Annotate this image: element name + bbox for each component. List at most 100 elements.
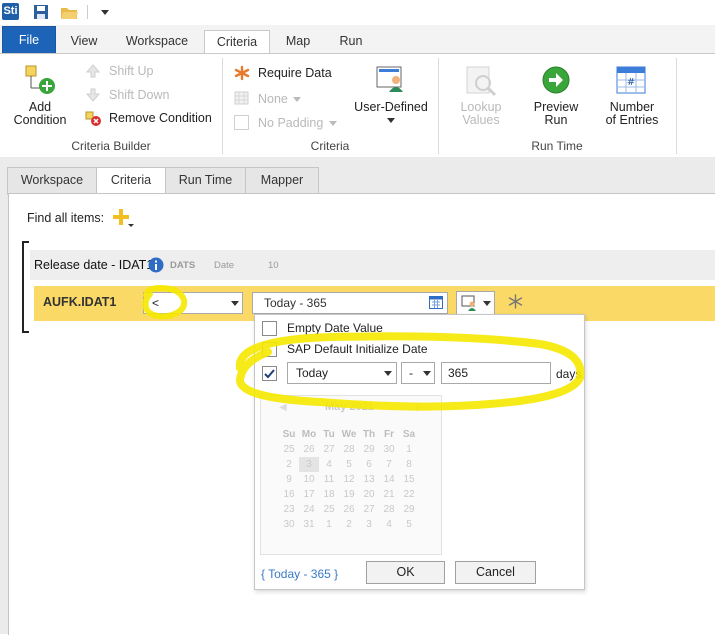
calendar-day[interactable]: 14 [379,472,399,487]
calendar-day[interactable]: 2 [339,517,359,532]
customize-dropdown-icon[interactable] [101,10,109,15]
calendar-week: 2345678 [279,457,419,472]
tab-workspace[interactable]: Workspace [118,25,196,53]
calendar-day[interactable]: 6 [359,457,379,472]
calendar-day[interactable]: 26 [299,442,319,457]
today-dropdown[interactable]: Today [287,362,397,384]
month-label: May 2021 [325,401,374,413]
snowflake-icon[interactable] [508,294,523,309]
weekday-header: Tu [323,428,335,440]
calendar-day[interactable]: 25 [279,442,299,457]
calendar-day[interactable]: 25 [319,502,339,517]
panel-tab-run-time[interactable]: Run Time [165,167,246,195]
calendar-day[interactable]: 17 [299,487,319,502]
open-folder-icon[interactable] [60,3,78,21]
calendar-week: 16 17 18 19 20 21 22 [279,487,419,502]
date-picker-popup: Empty Date Value SAP Default Initialize … [254,314,585,590]
calendar-day[interactable]: 3 [299,457,319,472]
tab-run[interactable]: Run [330,25,372,53]
date-value-text: Today - 365 [264,296,327,310]
ok-button[interactable]: OK [366,561,445,584]
calendar-day[interactable]: 11 [319,472,339,487]
require-data-button[interactable]: Require Data [258,66,332,80]
operator-dropdown[interactable]: < [143,292,243,314]
cancel-button[interactable]: Cancel [455,561,536,584]
calendar-day[interactable]: 5 [399,517,419,532]
none-dropdown[interactable]: None [258,92,288,106]
calendar-day[interactable]: 12 [339,472,359,487]
calendar-day[interactable]: 31 [299,517,319,532]
calendar-day[interactable]: 29 [399,502,419,517]
add-condition-button[interactable]: Add Condition [8,101,72,127]
shift-up-button[interactable]: Shift Up [109,64,153,78]
remove-condition-button[interactable]: Remove Condition [109,111,212,125]
app-logo: Sti [2,3,19,20]
panel-tab-criteria[interactable]: Criteria [96,167,166,195]
calendar-day[interactable]: 2 [279,457,299,472]
date-value-field[interactable]: Today - 365 [252,292,448,314]
chevron-down-icon [423,371,431,376]
chevron-down-icon [387,118,395,123]
calendar-day[interactable]: 5 [339,457,359,472]
sign-dropdown[interactable]: - [401,362,435,384]
calendar-day[interactable]: 4 [319,457,339,472]
tab-view[interactable]: View [62,25,106,53]
tab-file[interactable]: File [2,26,56,54]
info-icon[interactable] [148,257,164,273]
calendar-day[interactable]: 22 [399,487,419,502]
field-name: AUFK.IDAT1 [43,295,117,309]
chevron-down-icon [293,97,301,102]
user-defined-picker[interactable] [456,291,495,315]
next-month-icon[interactable]: ▶ [416,402,424,413]
tab-map[interactable]: Map [278,25,318,53]
save-icon[interactable] [32,3,50,21]
calendar-day[interactable]: 9 [279,472,299,487]
calendar-day[interactable]: 28 [339,442,359,457]
calendar-day[interactable]: 10 [299,472,319,487]
run-time-group-label: Run Time [531,139,583,153]
calendar-day[interactable]: 30 [379,442,399,457]
preview-run-button[interactable]: Preview Run [526,101,586,127]
calendar-day[interactable]: 8 [399,457,419,472]
chevron-down-icon [329,121,337,126]
calendar-day[interactable]: 13 [359,472,379,487]
sap-default-checkbox[interactable] [262,342,277,357]
calendar-day[interactable]: 7 [379,457,399,472]
calendar-day[interactable]: 27 [359,502,379,517]
calendar-day[interactable]: 1 [319,517,339,532]
calendar-day[interactable]: 23 [279,502,299,517]
calendar-day[interactable]: 24 [299,502,319,517]
criteria-group-label: Criteria [310,139,350,153]
add-item-icon[interactable] [111,208,135,228]
calendar-day[interactable]: 4 [379,517,399,532]
calendar-day[interactable]: 18 [319,487,339,502]
calendar-day[interactable]: 27 [319,442,339,457]
calendar-day[interactable]: 19 [339,487,359,502]
relative-date-checkbox[interactable] [262,366,277,381]
calendar-day[interactable]: 20 [359,487,379,502]
calendar-day[interactable]: 26 [339,502,359,517]
calendar-day[interactable]: 16 [279,487,299,502]
date-summary: { Today - 365 } [261,567,339,581]
weekday-header: Th [362,428,376,440]
panel-tab-mapper[interactable]: Mapper [245,167,319,195]
empty-date-checkbox[interactable] [262,321,277,336]
number-of-entries-button[interactable]: Number of Entries [600,101,664,127]
calendar-day[interactable]: 30 [279,517,299,532]
calendar-day[interactable]: 15 [399,472,419,487]
calendar-day[interactable]: 28 [379,502,399,517]
calendar-day[interactable]: 1 [399,442,419,457]
calendar-day[interactable]: 29 [359,442,379,457]
prev-month-icon[interactable]: ◀ [279,402,287,413]
preview-run-icon [542,66,570,94]
calendar-day[interactable]: 21 [379,487,399,502]
lookup-values-button[interactable]: Lookup Values [450,101,512,127]
no-padding-dropdown[interactable]: No Padding [258,116,323,130]
calendar-day[interactable]: 3 [359,517,379,532]
weekday-header: Mo [301,428,317,440]
shift-down-button[interactable]: Shift Down [109,88,169,102]
panel-tab-workspace[interactable]: Workspace [7,167,97,195]
user-defined-button[interactable]: User-Defined [352,101,430,114]
calendar-icon[interactable] [429,295,443,309]
days-input[interactable]: 365 [441,362,551,384]
